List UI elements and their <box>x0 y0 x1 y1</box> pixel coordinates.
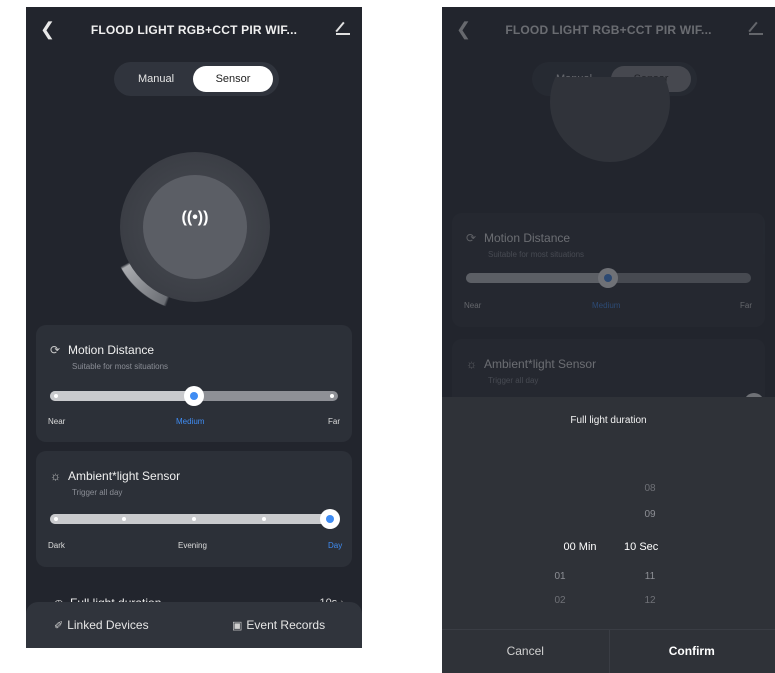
seconds-option[interactable]: 11 <box>620 571 680 582</box>
duration-picker[interactable]: 08 09 00 Min 10 Sec 01 02 11 12 <box>442 447 775 627</box>
seconds-selected[interactable]: 10 Sec <box>624 541 704 553</box>
seconds-option[interactable]: 09 <box>620 509 680 520</box>
sensor-radar <box>550 77 670 162</box>
minutes-selected[interactable]: 00 Min <box>540 541 620 553</box>
device-screen-sensor: ❮ FLOOD LIGHT RGB+CCT PIR WIF... Manual … <box>26 7 362 648</box>
ambient-light-title: Ambient*light Sensor <box>68 469 181 483</box>
ambient-light-title: Ambient*light Sensor <box>484 357 597 371</box>
motion-label-far: Far <box>740 301 752 310</box>
event-records-button[interactable]: ▣ Event Records <box>232 618 325 632</box>
motion-label-far: Far <box>328 417 340 426</box>
seconds-option[interactable]: 08 <box>620 483 680 494</box>
duration-picker-sheet: Full light duration 08 09 00 Min 10 Sec … <box>442 397 775 673</box>
link-icon: ✐ <box>54 620 64 632</box>
motion-distance-card: ⟳ Motion Distance Suitable for most situa… <box>452 213 765 327</box>
motion-distance-slider <box>466 268 751 288</box>
pencil-icon <box>748 20 763 36</box>
page-title: FLOOD LIGHT RGB+CCT PIR WIF... <box>505 23 712 37</box>
linked-devices-button[interactable]: ✐ Linked Devices <box>54 618 149 632</box>
chevron-left-icon: ❮ <box>456 19 472 39</box>
minutes-option[interactable]: 01 <box>530 571 590 582</box>
pencil-icon[interactable] <box>335 20 350 36</box>
device-screen-picker: ❮ FLOOD LIGHT RGB+CCT PIR WIF... Manual … <box>442 7 775 673</box>
motion-label-near: Near <box>464 301 482 310</box>
confirm-button[interactable]: Confirm <box>609 644 775 658</box>
picker-actions: Cancel Confirm <box>442 629 775 673</box>
motion-distance-knob <box>598 268 618 288</box>
cancel-button[interactable]: Cancel <box>442 644 609 658</box>
motion-distance-title: Motion Distance <box>484 231 571 245</box>
ambient-label-dark: Dark <box>48 541 65 550</box>
page-title: FLOOD LIGHT RGB+CCT PIR WIF... <box>90 23 298 37</box>
motion-label-near: Near <box>48 417 66 426</box>
motion-icon: ⟳ <box>466 231 477 245</box>
header: ❮ FLOOD LIGHT RGB+CCT PIR WIF... <box>26 7 362 51</box>
ambient-light-card: ☼ Ambient*light Sensor Trigger all day Da… <box>36 451 352 567</box>
ambient-label-day: Day <box>328 541 343 550</box>
signal-broadcast-icon: ((•)) <box>181 209 209 226</box>
bottom-bar: ✐ Linked Devices ▣ Event Records <box>26 602 362 648</box>
radar-inner-disc <box>143 175 247 279</box>
picker-title: Full light duration <box>570 415 647 426</box>
ambient-light-subtitle: Trigger all day <box>72 488 123 497</box>
motion-distance-subtitle: Suitable for most situations <box>72 362 169 371</box>
sun-icon: ☼ <box>50 469 61 483</box>
motion-label-medium: Medium <box>176 417 205 426</box>
sensor-radar: ((•)) <box>110 142 280 312</box>
ambient-light-knob[interactable] <box>320 509 340 529</box>
linked-devices-label: Linked Devices <box>67 618 149 632</box>
motion-distance-subtitle: Suitable for most situations <box>488 250 585 259</box>
motion-distance-slider[interactable] <box>50 386 338 406</box>
motion-icon: ⟳ <box>50 343 61 357</box>
ambient-light-slider[interactable] <box>50 509 340 529</box>
mode-toggle: Manual Sensor <box>114 62 279 96</box>
mode-option-manual[interactable]: Manual <box>120 66 192 92</box>
event-records-label: Event Records <box>246 618 326 632</box>
seconds-option[interactable]: 12 <box>620 595 680 606</box>
records-icon: ▣ <box>232 620 243 632</box>
chevron-left-icon[interactable]: ❮ <box>40 19 55 40</box>
motion-distance-card: ⟳ Motion Distance Suitable for most situa… <box>36 325 352 442</box>
sun-icon: ☼ <box>466 357 477 371</box>
motion-distance-knob[interactable] <box>184 386 204 406</box>
motion-label-medium: Medium <box>592 301 621 310</box>
minutes-option[interactable]: 02 <box>530 595 590 606</box>
ambient-label-evening: Evening <box>178 541 207 550</box>
ambient-light-subtitle: Trigger all day <box>488 376 539 385</box>
motion-distance-title: Motion Distance <box>68 343 155 357</box>
mode-option-sensor[interactable]: Sensor <box>193 66 273 92</box>
